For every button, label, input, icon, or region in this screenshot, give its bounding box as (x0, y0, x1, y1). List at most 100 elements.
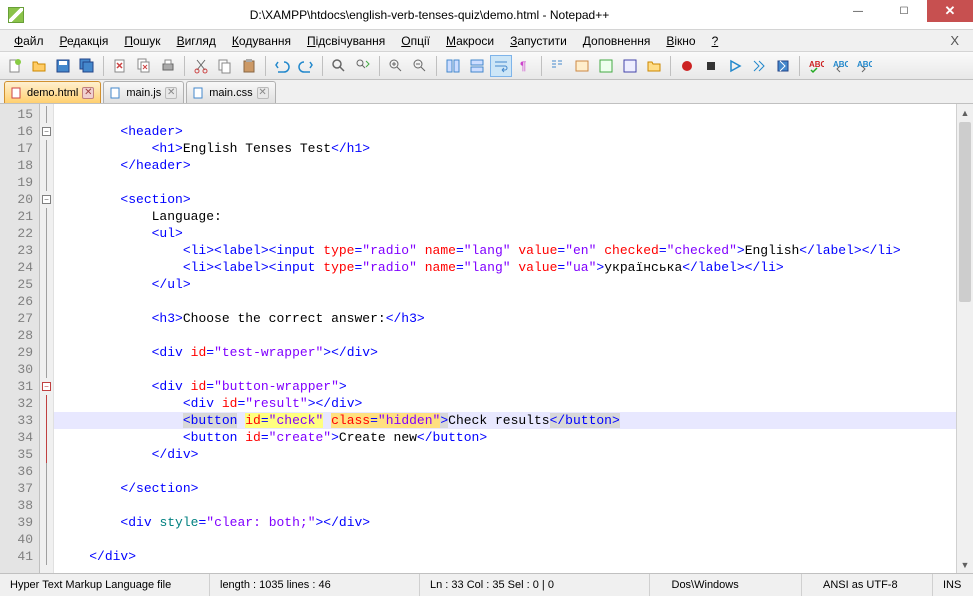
svg-text:¶: ¶ (520, 59, 526, 73)
menu-файл[interactable]: Файл (6, 32, 52, 50)
func-list-button[interactable] (619, 55, 641, 77)
open-file-button[interactable] (28, 55, 50, 77)
code-line[interactable] (54, 361, 956, 378)
code-line[interactable]: <h3>Choose the correct answer:</h3> (54, 310, 956, 327)
menu-вікно[interactable]: Вікно (658, 32, 703, 50)
code-line[interactable]: Language: (54, 208, 956, 225)
menu-кодування[interactable]: Кодування (224, 32, 299, 50)
indent-guide-button[interactable] (547, 55, 569, 77)
code-line[interactable]: <section> (54, 191, 956, 208)
code-line[interactable]: <button id="create">Create new</button> (54, 429, 956, 446)
code-line[interactable] (54, 497, 956, 514)
minimize-button[interactable]: — (835, 0, 881, 22)
close-all-button[interactable] (133, 55, 155, 77)
save-macro-button[interactable] (772, 55, 794, 77)
code-line[interactable] (54, 327, 956, 344)
status-position: Ln : 33 Col : 35 Sel : 0 | 0 (420, 574, 650, 596)
menu-пошук[interactable]: Пошук (116, 32, 168, 50)
zoom-in-button[interactable] (385, 55, 407, 77)
maximize-button[interactable]: ☐ (881, 0, 927, 22)
code-line[interactable]: <div style="clear: both;"></div> (54, 514, 956, 531)
menu-підсвічування[interactable]: Підсвічування (299, 32, 393, 50)
code-line[interactable] (54, 293, 956, 310)
code-line[interactable]: <header> (54, 123, 956, 140)
editor: 1516171819202122232425262728293031323334… (0, 104, 973, 573)
find-button[interactable] (328, 55, 350, 77)
code-line[interactable]: <ul> (54, 225, 956, 242)
code-line[interactable]: <div id="test-wrapper"></div> (54, 344, 956, 361)
new-file-button[interactable] (4, 55, 26, 77)
code-line[interactable]: </ul> (54, 276, 956, 293)
undo-button[interactable] (271, 55, 293, 77)
window-title: D:\XAMPP\htdocs\english-verb-tenses-quiz… (24, 8, 835, 22)
code-line[interactable]: <li><label><input type="radio" name="lan… (54, 259, 956, 276)
fold-column[interactable]: −−− (40, 104, 54, 573)
sync-v-button[interactable] (442, 55, 464, 77)
status-eol: Dos\Windows (662, 574, 802, 596)
wordwrap-button[interactable] (490, 55, 512, 77)
toolbar: ¶ ABC ABC ABC (0, 52, 973, 80)
code-line[interactable]: <div id="button-wrapper"> (54, 378, 956, 395)
code-line[interactable]: </div> (54, 446, 956, 463)
save-button[interactable] (52, 55, 74, 77)
tab-close-icon[interactable]: ✕ (165, 87, 177, 99)
menu-доповнення[interactable]: Доповнення (575, 32, 659, 50)
menu-опції[interactable]: Опції (393, 32, 438, 50)
vertical-scrollbar[interactable]: ▲ ▼ (956, 104, 973, 573)
tab-close-icon[interactable]: ✕ (257, 87, 269, 99)
print-button[interactable] (157, 55, 179, 77)
copy-button[interactable] (214, 55, 236, 77)
save-all-button[interactable] (76, 55, 98, 77)
sync-h-button[interactable] (466, 55, 488, 77)
code-line[interactable] (54, 531, 956, 548)
tab-main-js[interactable]: main.js✕ (103, 81, 184, 103)
menu-?[interactable]: ? (704, 32, 727, 50)
show-all-chars-button[interactable]: ¶ (514, 55, 536, 77)
scroll-down-icon[interactable]: ▼ (957, 556, 973, 573)
menu-запустити[interactable]: Запустити (502, 32, 575, 50)
code-line[interactable]: </header> (54, 157, 956, 174)
folder-panel-button[interactable] (643, 55, 665, 77)
menu-вигляд[interactable]: Вигляд (169, 32, 224, 50)
user-lang-button[interactable] (571, 55, 593, 77)
close-file-button[interactable] (109, 55, 131, 77)
cut-button[interactable] (190, 55, 212, 77)
play-macro-button[interactable] (724, 55, 746, 77)
play-multi-button[interactable] (748, 55, 770, 77)
spellcheck-button[interactable]: ABC (805, 55, 827, 77)
scrollbar-thumb[interactable] (959, 122, 971, 302)
code-line[interactable]: <li><label><input type="radio" name="lan… (54, 242, 956, 259)
code-line[interactable]: </div> (54, 548, 956, 565)
tab-close-icon[interactable]: ✕ (82, 87, 94, 99)
code-line[interactable]: <h1>English Tenses Test</h1> (54, 140, 956, 157)
menubar: ФайлРедакціяПошукВиглядКодуванняПідсвічу… (0, 30, 973, 52)
titlebar: D:\XAMPP\htdocs\english-verb-tenses-quiz… (0, 0, 973, 30)
menubar-close-icon[interactable]: X (942, 33, 967, 48)
paste-button[interactable] (238, 55, 260, 77)
zoom-out-button[interactable] (409, 55, 431, 77)
svg-text:ABC: ABC (857, 60, 872, 69)
code-area[interactable]: <header> <h1>English Tenses Test</h1> </… (54, 104, 956, 573)
redo-button[interactable] (295, 55, 317, 77)
code-line[interactable]: <button id="check" class="hidden">Check … (54, 412, 956, 429)
spellcheck-next-button[interactable]: ABC (853, 55, 875, 77)
stop-macro-button[interactable] (700, 55, 722, 77)
record-macro-button[interactable] (676, 55, 698, 77)
status-filetype: Hyper Text Markup Language file (0, 574, 210, 596)
menu-редакція[interactable]: Редакція (52, 32, 117, 50)
code-line[interactable]: <div id="result"></div> (54, 395, 956, 412)
close-button[interactable]: ✕ (927, 0, 973, 22)
statusbar: Hyper Text Markup Language file length :… (0, 573, 973, 596)
status-encoding: ANSI as UTF-8 (813, 574, 933, 596)
scroll-up-icon[interactable]: ▲ (957, 104, 973, 121)
menu-макроси[interactable]: Макроси (438, 32, 502, 50)
tab-main-css[interactable]: main.css✕ (186, 81, 275, 103)
replace-button[interactable] (352, 55, 374, 77)
tab-demo-html[interactable]: demo.html✕ (4, 81, 101, 103)
doc-map-button[interactable] (595, 55, 617, 77)
code-line[interactable]: </section> (54, 480, 956, 497)
code-line[interactable] (54, 463, 956, 480)
code-line[interactable] (54, 106, 956, 123)
spellcheck-prev-button[interactable]: ABC (829, 55, 851, 77)
code-line[interactable] (54, 174, 956, 191)
